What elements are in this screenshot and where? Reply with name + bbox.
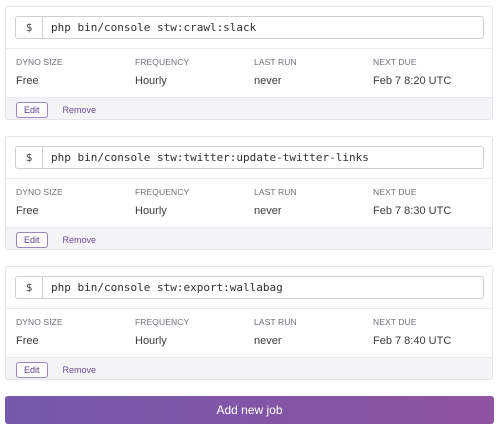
- job-actions: Edit Remove: [6, 97, 492, 119]
- edit-button[interactable]: Edit: [16, 232, 48, 248]
- last-run-label: LAST RUN: [254, 187, 297, 197]
- remove-link[interactable]: Remove: [63, 105, 97, 115]
- dyno-size-value: Free: [16, 75, 39, 87]
- frequency-value: Hourly: [135, 335, 167, 347]
- job-card: $ DYNO SIZE Free FREQUENCY Hourly LAST R…: [5, 136, 493, 250]
- remove-link[interactable]: Remove: [63, 365, 97, 375]
- command-row: $: [6, 267, 492, 309]
- command-input[interactable]: [43, 277, 483, 298]
- edit-button[interactable]: Edit: [16, 362, 48, 378]
- frequency-label: FREQUENCY: [135, 317, 190, 327]
- frequency-value: Hourly: [135, 205, 167, 217]
- next-due-value: Feb 7 8:20 UTC: [373, 75, 452, 87]
- command-row: $: [6, 7, 492, 49]
- dyno-size-value: Free: [16, 205, 39, 217]
- command-input[interactable]: [43, 147, 483, 168]
- frequency-column: FREQUENCY Hourly: [135, 317, 254, 357]
- job-meta: DYNO SIZE Free FREQUENCY Hourly LAST RUN…: [6, 49, 492, 97]
- command-field: $: [15, 146, 484, 169]
- last-run-label: LAST RUN: [254, 317, 297, 327]
- dyno-size-label: DYNO SIZE: [16, 57, 63, 67]
- job-actions: Edit Remove: [6, 227, 492, 249]
- job-meta: DYNO SIZE Free FREQUENCY Hourly LAST RUN…: [6, 179, 492, 227]
- last-run-column: LAST RUN never: [254, 57, 373, 97]
- job-actions: Edit Remove: [6, 357, 492, 379]
- prompt-symbol: $: [16, 277, 43, 298]
- job-meta: DYNO SIZE Free FREQUENCY Hourly LAST RUN…: [6, 309, 492, 357]
- dyno-size-column: DYNO SIZE Free: [16, 187, 135, 227]
- dyno-size-label: DYNO SIZE: [16, 317, 63, 327]
- dyno-size-label: DYNO SIZE: [16, 187, 63, 197]
- command-field: $: [15, 276, 484, 299]
- dyno-size-column: DYNO SIZE Free: [16, 317, 135, 357]
- frequency-label: FREQUENCY: [135, 187, 190, 197]
- last-run-column: LAST RUN never: [254, 317, 373, 357]
- next-due-value: Feb 7 8:30 UTC: [373, 205, 452, 217]
- frequency-column: FREQUENCY Hourly: [135, 187, 254, 227]
- prompt-symbol: $: [16, 17, 43, 38]
- last-run-label: LAST RUN: [254, 57, 297, 67]
- job-card: $ DYNO SIZE Free FREQUENCY Hourly LAST R…: [5, 266, 493, 380]
- command-field: $: [15, 16, 484, 39]
- add-new-job-button[interactable]: Add new job: [5, 396, 494, 424]
- dyno-size-value: Free: [16, 335, 39, 347]
- frequency-column: FREQUENCY Hourly: [135, 57, 254, 97]
- job-card: $ DYNO SIZE Free FREQUENCY Hourly LAST R…: [5, 6, 493, 120]
- scheduler-jobs: $ DYNO SIZE Free FREQUENCY Hourly LAST R…: [0, 0, 500, 430]
- frequency-label: FREQUENCY: [135, 57, 190, 67]
- next-due-column: NEXT DUE Feb 7 8:30 UTC: [373, 187, 492, 227]
- next-due-value: Feb 7 8:40 UTC: [373, 335, 452, 347]
- next-due-column: NEXT DUE Feb 7 8:40 UTC: [373, 317, 492, 357]
- last-run-column: LAST RUN never: [254, 187, 373, 227]
- last-run-value: never: [254, 75, 282, 87]
- prompt-symbol: $: [16, 147, 43, 168]
- command-input[interactable]: [43, 17, 483, 38]
- next-due-label: NEXT DUE: [373, 317, 417, 327]
- command-row: $: [6, 137, 492, 179]
- next-due-column: NEXT DUE Feb 7 8:20 UTC: [373, 57, 492, 97]
- next-due-label: NEXT DUE: [373, 187, 417, 197]
- remove-link[interactable]: Remove: [63, 235, 97, 245]
- next-due-label: NEXT DUE: [373, 57, 417, 67]
- dyno-size-column: DYNO SIZE Free: [16, 57, 135, 97]
- edit-button[interactable]: Edit: [16, 102, 48, 118]
- last-run-value: never: [254, 335, 282, 347]
- frequency-value: Hourly: [135, 75, 167, 87]
- last-run-value: never: [254, 205, 282, 217]
